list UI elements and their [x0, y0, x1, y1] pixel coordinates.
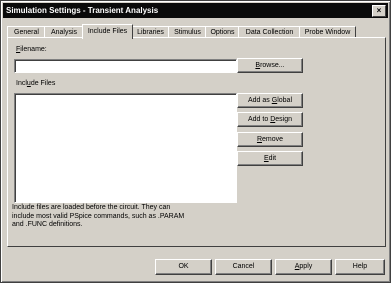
tab-label: Options [210, 29, 235, 36]
tab-label: General [14, 29, 39, 36]
include-files-list[interactable] [14, 93, 237, 203]
ok-button[interactable]: OK [155, 259, 212, 275]
help-button[interactable]: Help [335, 259, 385, 275]
btn-text: Add to [248, 116, 271, 123]
title-bar: Simulation Settings - Transient Analysis… [3, 3, 388, 18]
include-files-label-post: de Files [30, 80, 56, 87]
browse-button[interactable]: Browse... [237, 58, 303, 73]
include-files-panel: Filename: Browse... Include Files Add as… [7, 37, 386, 247]
help-text-line: Include files are loaded before the circ… [12, 204, 171, 211]
help-text-line: and .FUNC definitions. [12, 221, 83, 228]
window-title: Simulation Settings - Transient Analysis [6, 6, 159, 15]
simulation-settings-dialog: Simulation Settings - Transient Analysis… [0, 0, 391, 283]
close-button[interactable]: × [372, 5, 386, 17]
btn-text: Help [352, 263, 368, 270]
browse-text: rowse... [260, 62, 285, 69]
remove-button[interactable]: Remove [237, 132, 303, 147]
apply-button[interactable]: Apply [275, 259, 332, 275]
tab-label: Data Collection [245, 29, 294, 36]
help-text-line: include most valid PSpice commands, such… [12, 212, 185, 220]
cancel-button[interactable]: Cancel [215, 259, 272, 275]
tab-label: Stimulus [174, 29, 201, 36]
add-as-global-button[interactable]: Add as Global [237, 93, 303, 108]
btn-text: esign [275, 116, 292, 123]
btn-text: pply [299, 263, 313, 270]
btn-text: Cancel [232, 263, 255, 270]
tab-strip: General Analysis Include Files Libraries… [7, 24, 384, 39]
filename-label-text: ilename: [20, 46, 47, 53]
tab-label: Include Files [87, 28, 128, 35]
tab-label: Probe Window [304, 29, 351, 36]
btn-text: dit [268, 155, 277, 162]
filename-label: Filename: [16, 46, 47, 53]
include-files-label: Include Files [16, 80, 55, 87]
tab-include-files[interactable]: Include Files [82, 24, 133, 39]
include-files-label-pre: Incl [16, 80, 27, 87]
tab-label: Analysis [50, 29, 78, 36]
filename-input[interactable] [14, 59, 237, 73]
btn-text: emove [262, 136, 284, 143]
btn-text: Add as [248, 97, 272, 104]
include-files-help-text: Include files are loaded before the circ… [12, 204, 242, 230]
edit-button[interactable]: Edit [237, 151, 303, 166]
btn-text: lobal [277, 97, 292, 104]
btn-text: OK [178, 263, 189, 270]
close-icon: × [376, 6, 382, 15]
add-to-design-button[interactable]: Add to Design [237, 112, 303, 127]
tab-label: Libraries [137, 29, 164, 36]
